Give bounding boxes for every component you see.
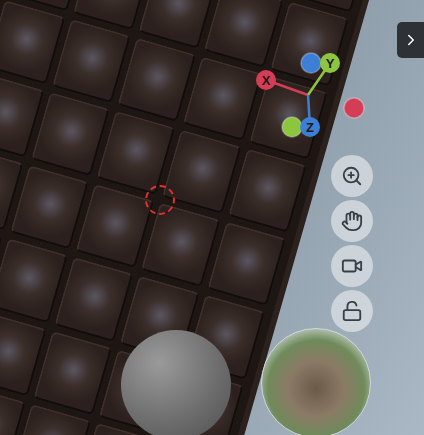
axis-gizmo-icon[interactable]: X Y Z: [250, 48, 370, 138]
chocolate-square: [228, 148, 307, 233]
svg-text:Y: Y: [326, 56, 335, 71]
axis-handle[interactable]: Z: [300, 117, 320, 137]
negative-axis-icon[interactable]: [344, 98, 364, 118]
camera-icon: [341, 255, 363, 277]
viewer[interactable]: X Y Z: [0, 0, 424, 435]
chocolate-square: [207, 221, 286, 306]
axis-handle[interactable]: Y: [320, 53, 340, 73]
unlock-icon: [341, 300, 363, 322]
chocolate-square: [75, 184, 154, 269]
hand-icon: [341, 210, 363, 232]
camera-button[interactable]: [331, 245, 373, 287]
negative-axis-icon[interactable]: [301, 53, 321, 73]
svg-text:Z: Z: [306, 120, 314, 135]
chocolate-square: [183, 56, 262, 141]
expand-button[interactable]: [397, 22, 424, 58]
target-cursor-icon: [145, 185, 175, 215]
axis-handle[interactable]: X: [256, 70, 276, 90]
chocolate-square: [54, 257, 133, 342]
chocolate-square: [204, 0, 283, 67]
material-sphere[interactable]: [121, 330, 231, 435]
pan-button[interactable]: [331, 200, 373, 242]
chocolate-square: [10, 165, 89, 250]
chocolate-square: [117, 37, 196, 122]
zoom-button[interactable]: [331, 155, 373, 197]
toolbar: [331, 155, 373, 332]
zoom-in-icon: [341, 165, 363, 187]
chocolate-square: [33, 330, 112, 415]
negative-axis-icon[interactable]: [282, 117, 302, 137]
environment-map[interactable]: [261, 328, 371, 435]
chocolate-square: [52, 18, 131, 103]
svg-text:X: X: [262, 73, 271, 88]
chevron-right-icon: [402, 31, 420, 49]
chocolate-square: [96, 111, 175, 196]
chocolate-square: [141, 203, 220, 288]
chocolate-square: [31, 92, 110, 177]
lock-button[interactable]: [331, 290, 373, 332]
